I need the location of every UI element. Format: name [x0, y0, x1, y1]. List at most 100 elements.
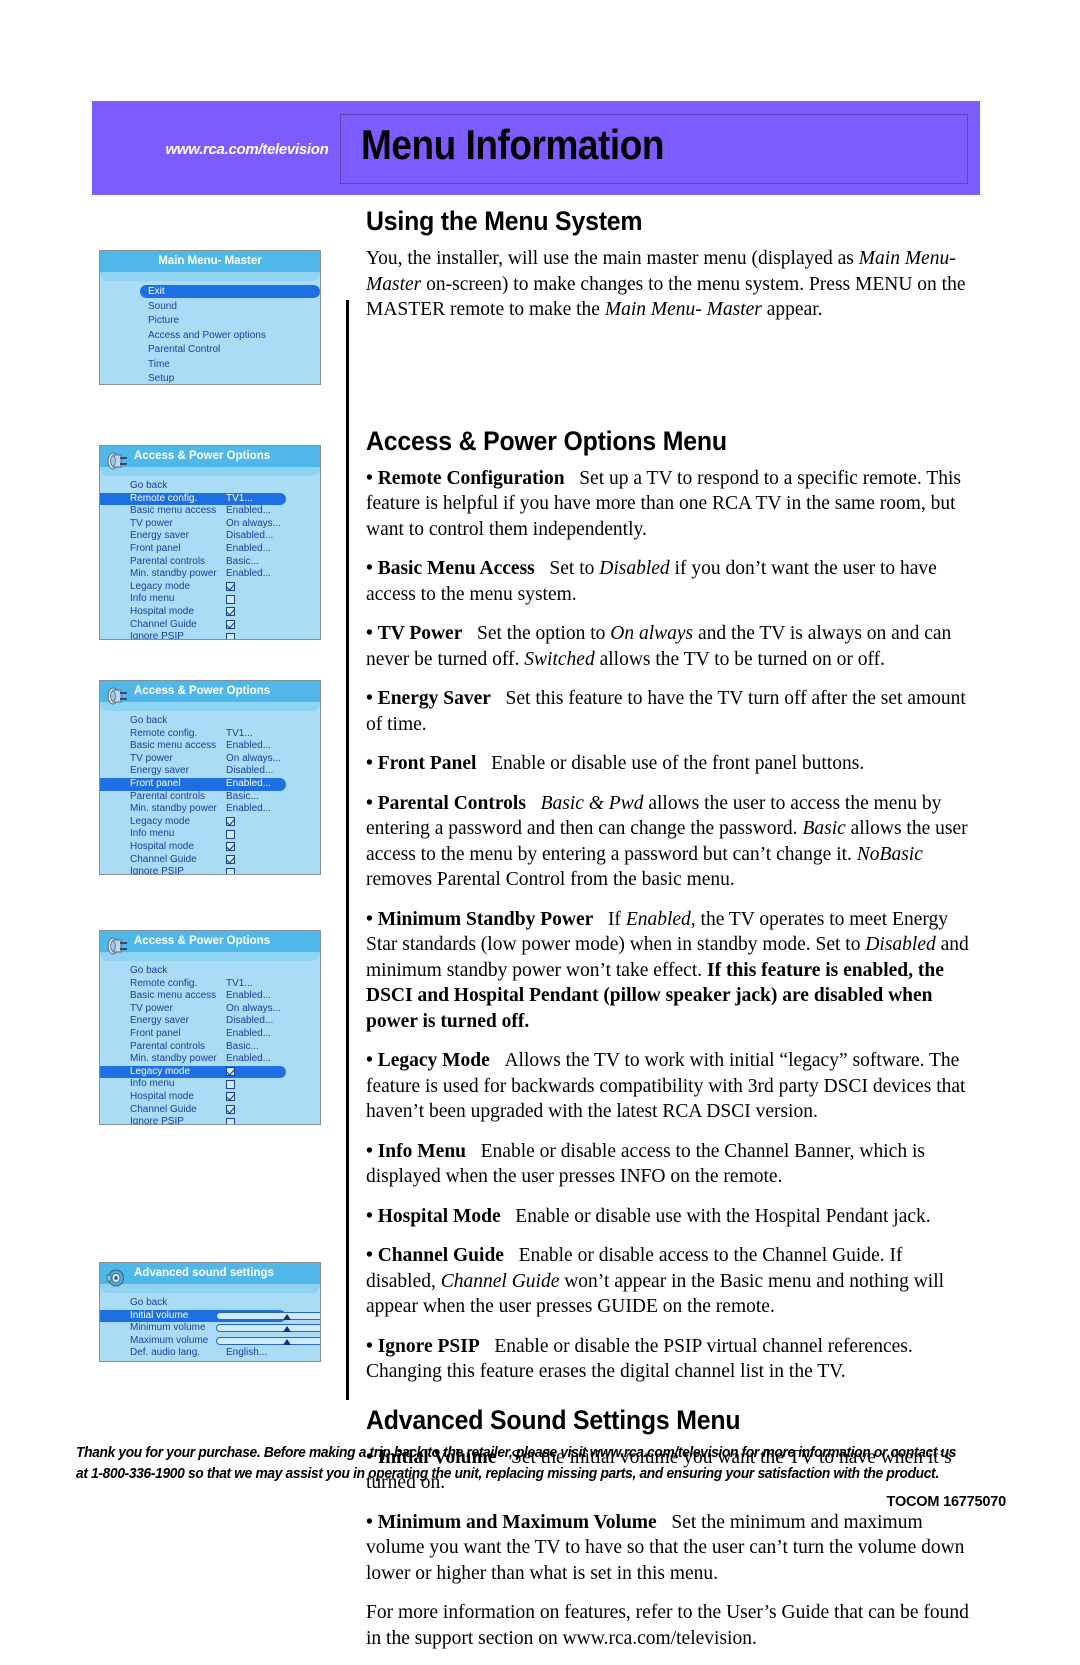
initial-volume-slider[interactable]	[216, 1311, 320, 1320]
tv-menu-item-energy-saver[interactable]: Energy saver Disabled...	[100, 765, 320, 778]
tv-menu-item-time[interactable]: Time	[100, 358, 320, 373]
tv-menu-item-basic-menu-access[interactable]: Basic menu access Enabled...	[100, 990, 320, 1003]
text-fragment	[491, 688, 506, 709]
tv-menu-item-hospital-mode[interactable]: Hospital mode	[100, 1091, 320, 1104]
checkbox-unchecked[interactable]	[226, 1079, 235, 1089]
tv-menu-item-energy-saver[interactable]: Energy saver Disabled...	[100, 1015, 320, 1028]
tv-menu-item-access-and-power-options[interactable]: Access and Power options	[100, 329, 320, 344]
text-italic: Disabled	[599, 558, 670, 579]
tv-menu-item-label: Go back	[130, 715, 168, 726]
checkbox-checked[interactable]	[226, 855, 235, 865]
tv-menu-item-maximum-volume[interactable]: Maximum volume	[100, 1335, 320, 1348]
tv-menu-item-info-menu[interactable]: Info menu	[100, 593, 320, 606]
tv-menu-header: Main Menu- Master	[100, 251, 320, 273]
tv-menu-item-remote-config[interactable]: Remote config. TV1...	[100, 978, 320, 991]
tv-menu-item-basic-menu-access[interactable]: Basic menu access Enabled...	[100, 505, 320, 518]
tv-menu-item-parental-control[interactable]: Parental Control	[100, 343, 320, 358]
tv-menu-item-front-panel[interactable]: Front panel Enabled...	[100, 1028, 320, 1041]
tv-menu-item-min-standby-power[interactable]: Min. standby power Enabled...	[100, 568, 320, 581]
page-title: Menu Information	[361, 121, 664, 168]
bullet-lead: Channel Guide	[377, 1245, 504, 1266]
checkbox-unchecked[interactable]	[226, 594, 235, 604]
tv-menu-item-go-back[interactable]: Go back	[100, 715, 320, 728]
tv-menu-item-value: Enabled...	[226, 777, 272, 789]
tv-menu-item-hospital-mode[interactable]: Hospital mode	[100, 841, 320, 854]
tv-menu-item-go-back[interactable]: Go back	[100, 965, 320, 978]
tv-menu-item-label: Ignore PSIP	[130, 631, 184, 640]
tv-menu-item-value: Disabled...	[226, 1015, 274, 1027]
tv-menu-item-ignore-psip[interactable]: Ignore PSIP	[100, 631, 320, 640]
tv-menu-item-channel-guide[interactable]: Channel Guide	[100, 619, 320, 632]
tv-menu-item-legacy-mode[interactable]: Legacy mode	[100, 816, 320, 829]
tv-menu-item-parental-controls[interactable]: Parental controls Basic...	[100, 556, 320, 569]
text-fragment: Set the option to	[477, 623, 611, 644]
text-fragment: appear.	[761, 299, 823, 320]
tv-menu-item-info-menu[interactable]: Info menu	[100, 1078, 320, 1091]
text-fragment	[593, 909, 608, 930]
tv-menu-item-label: Min. standby power	[130, 568, 217, 580]
bullet-lead: Hospital Mode	[377, 1205, 501, 1227]
tv-menu-item-min-standby-power[interactable]: Min. standby power Enabled...	[100, 1053, 320, 1066]
tv-menu-item-parental-controls[interactable]: Parental controls Basic...	[100, 1041, 320, 1054]
checkbox-checked[interactable]	[226, 817, 235, 827]
tv-menu-item-tv-power[interactable]: TV power On always...	[100, 1003, 320, 1016]
slider-knob[interactable]	[283, 1313, 291, 1320]
tv-menu-header: Access & Power Options	[100, 446, 320, 468]
slider-knob[interactable]	[283, 1338, 291, 1345]
tv-menu-item-ignore-psip[interactable]: Ignore PSIP	[100, 866, 320, 875]
checkbox-checked[interactable]	[226, 1067, 235, 1077]
checkbox-checked[interactable]	[226, 1092, 235, 1102]
tv-menu-item-info-menu[interactable]: Info menu	[100, 828, 320, 841]
tv-menu-item-label: Ignore PSIP	[130, 866, 184, 875]
tv-menu-item-tv-power[interactable]: TV power On always...	[100, 753, 320, 766]
tv-menu-item-picture[interactable]: Picture	[100, 314, 320, 329]
checkbox-checked[interactable]	[226, 842, 235, 852]
tv-menu-item-legacy-mode[interactable]: Legacy mode	[100, 581, 320, 594]
checkbox-unchecked[interactable]	[226, 1117, 235, 1124]
tv-menu-item-go-back[interactable]: Go back	[100, 480, 320, 493]
checkbox-checked[interactable]	[226, 607, 235, 617]
tv-menu-item-front-panel[interactable]: Front panel Enabled...	[100, 543, 320, 556]
tv-menu-item-setup[interactable]: Setup	[100, 372, 320, 384]
tv-menu-item-legacy-mode[interactable]: Legacy mode	[100, 1065, 320, 1079]
tv-menu-item-sound[interactable]: Sound	[100, 300, 320, 315]
tv-menu-item-value: Disabled...	[226, 765, 274, 777]
checkbox-checked[interactable]	[226, 1105, 235, 1115]
tv-menu-item-minimum-volume[interactable]: Minimum volume	[100, 1322, 320, 1335]
tv-menu-item-label: Sound	[148, 300, 177, 312]
checkbox-unchecked[interactable]	[226, 632, 235, 639]
tv-menu-item-min-standby-power[interactable]: Min. standby power Enabled...	[100, 803, 320, 816]
tv-menu-item-ignore-psip[interactable]: Ignore PSIP	[100, 1116, 320, 1124]
tv-menu-item-exit[interactable]: Exit	[100, 285, 320, 300]
tv-menu-item-remote-config[interactable]: Remote config. TV1...	[100, 492, 320, 506]
tv-menu-item-front-panel[interactable]: Front panel Enabled...	[100, 777, 320, 791]
checkbox-checked[interactable]	[226, 582, 235, 592]
tv-menu-header: Access & Power Options	[100, 681, 320, 703]
tv-menu-item-default-audio-language[interactable]: Def. audio lang. English...	[100, 1347, 320, 1360]
minimum-volume-slider[interactable]	[216, 1324, 320, 1333]
tv-menu-item-value: On always...	[226, 517, 282, 529]
slider-knob[interactable]	[283, 1326, 291, 1333]
tv-menu-item-basic-menu-access[interactable]: Basic menu access Enabled...	[100, 740, 320, 753]
tv-menu-item-value: TV1...	[226, 977, 253, 989]
tv-menu-item-channel-guide[interactable]: Channel Guide	[100, 1104, 320, 1117]
text-italic: Basic	[802, 818, 846, 839]
checkbox-unchecked[interactable]	[226, 829, 235, 839]
tv-menu-item-tv-power[interactable]: TV power On always...	[100, 518, 320, 531]
tv-menu-item-initial-volume[interactable]: Initial volume	[100, 1309, 320, 1323]
bullet-legacy-mode: • Legacy Mode Allows the TV to work with…	[366, 1048, 974, 1125]
checkbox-unchecked[interactable]	[226, 867, 235, 874]
tv-menu-item-hospital-mode[interactable]: Hospital mode	[100, 606, 320, 619]
text-fragment	[476, 753, 491, 774]
maximum-volume-slider[interactable]	[216, 1336, 320, 1345]
tv-menu-item-parental-controls[interactable]: Parental controls Basic...	[100, 791, 320, 804]
tv-menu-body: Go back Remote config. TV1... Basic menu…	[100, 703, 320, 875]
tv-menu-item-label: Setup	[148, 373, 175, 384]
tv-menu-item-remote-config[interactable]: Remote config. TV1...	[100, 728, 320, 741]
tv-menu-item-go-back[interactable]: Go back	[100, 1297, 320, 1310]
tv-menu-item-channel-guide[interactable]: Channel Guide	[100, 854, 320, 867]
checkbox-checked[interactable]	[226, 620, 235, 630]
bullet-lead: Parental Controls	[377, 792, 526, 814]
tv-menu-item-energy-saver[interactable]: Energy saver Disabled...	[100, 530, 320, 543]
tv-menu-item-label: Parental Control	[148, 344, 221, 355]
